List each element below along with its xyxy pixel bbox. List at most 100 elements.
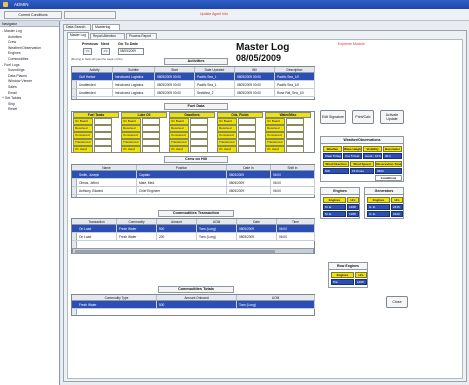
toolbar-blank-button[interactable] (64, 11, 116, 19)
table-cell[interactable]: 0805/2009 00:00 (235, 73, 275, 81)
table-cell[interactable]: 06:00 (271, 171, 315, 179)
fuel-value-field[interactable] (238, 139, 256, 146)
fuel-value-field[interactable] (142, 118, 160, 125)
engine-1-name[interactable]: M. E. (323, 204, 346, 210)
table-cell[interactable]: Pacific Sea_1 (195, 81, 235, 89)
fuel-value-field[interactable] (286, 118, 304, 125)
generator-2-hrs[interactable]: 2420 (391, 211, 403, 217)
fuel-value-field[interactable] (286, 125, 304, 132)
table-cell[interactable]: Mate, Med. (137, 179, 227, 187)
fuel-value-field[interactable] (238, 118, 256, 125)
next-button[interactable]: >> (101, 48, 110, 55)
fuel-value-field[interactable] (238, 132, 256, 139)
fuel-value-field[interactable] (190, 125, 208, 132)
engine-2-hrs[interactable]: 1288 (347, 211, 359, 217)
row-engine-1-name[interactable]: P.E. (331, 279, 354, 285)
observation-time-value[interactable]: 0800 (375, 168, 402, 174)
fuel-value-field[interactable] (190, 132, 208, 139)
engine-1-hrs[interactable]: 1268 (347, 204, 359, 210)
crew-grid[interactable]: Name Position Date In Shift In Smith, Joseph… (71, 164, 315, 198)
print-button[interactable]: Print/Calc (352, 110, 374, 124)
table-row[interactable]: Anthony, Edward Chief Engineer 0805/2009 06… (72, 187, 315, 195)
table-cell[interactable]: Fresh Water (117, 233, 157, 241)
table-cell[interactable]: Fresh Water (117, 225, 157, 233)
fuel-value-field[interactable] (190, 139, 208, 146)
fuel-value-field[interactable] (94, 146, 112, 153)
fuel-value-field[interactable] (286, 146, 304, 153)
table-cell[interactable]: 06:00 (277, 225, 315, 233)
generator-2-name[interactable]: G. E. (367, 211, 390, 217)
table-cell[interactable]: Chief Engineer (137, 187, 227, 195)
engine-2-name[interactable]: M. E. (323, 211, 346, 217)
table-row[interactable]: Unattended Introduced Logistics 0805/2009 … (72, 81, 315, 89)
table-row[interactable]: Fresh Water 500 Tons (Long) (72, 301, 315, 309)
table-cell[interactable]: Introduced Logistics (113, 89, 155, 97)
table-cell[interactable]: Olmos, Jethro (77, 179, 137, 187)
table-cell[interactable]: 0805/2009 (237, 233, 277, 241)
wave-height-value[interactable]: 3 to 5 Feet (343, 153, 362, 159)
table-cell[interactable]: Smith, Joseph (77, 171, 137, 179)
table-cell[interactable]: 0805/2009 00:00 (155, 73, 195, 81)
table-cell[interactable]: Tons (Long) (197, 233, 237, 241)
fuel-value-field[interactable] (94, 139, 112, 146)
update-agent-alert[interactable]: Update Agent Info (200, 12, 228, 16)
table-cell[interactable]: Rose Rat_Sea_1/0 (275, 89, 315, 97)
previous-button[interactable]: << (83, 48, 92, 55)
fuel-value-field[interactable] (286, 132, 304, 139)
table-cell[interactable]: Tons (Long) (197, 225, 237, 233)
fuel-value-field[interactable] (238, 125, 256, 132)
table-cell[interactable]: Anthony, Edward (77, 187, 137, 195)
table-cell[interactable]: Unattended (77, 81, 113, 89)
goto-date-input[interactable]: 08/05/2009 (118, 48, 144, 55)
table-cell[interactable]: 500 (157, 301, 237, 309)
table-cell[interactable]: Gulf Harbor (77, 73, 113, 81)
table-cell[interactable]: Unattended (77, 89, 113, 97)
table-cell[interactable]: Introduced Logistics (113, 81, 155, 89)
activate-update-button[interactable]: Activate Update (380, 110, 404, 124)
barometer-value[interactable]: 30.1 (383, 153, 402, 159)
table-cell[interactable]: 0805/2009 00:00 (235, 81, 275, 89)
table-cell[interactable]: 200 (157, 233, 197, 241)
table-cell[interactable]: 0805/2009 (227, 171, 271, 179)
commodities-scroll-thumb[interactable] (75, 250, 275, 253)
table-cell[interactable]: 06:00 (277, 233, 315, 241)
table-row[interactable]: Smith, Joseph Captain 0805/2009 06:00 (72, 171, 315, 179)
wind-speed-value[interactable]: 15 Knots (350, 168, 374, 174)
row-engine-1-hrs[interactable]: 1268 (355, 279, 367, 285)
nav-item[interactable]: Reset (0, 107, 59, 113)
table-cell[interactable]: Captain (137, 171, 227, 179)
fuel-value-field[interactable] (142, 139, 160, 146)
table-cell[interactable]: Introduced Logistics (113, 73, 155, 81)
table-cell[interactable]: 06:00 (271, 179, 315, 187)
visibility-value[interactable]: Good - 10 Mi (363, 153, 382, 159)
fuel-value-field[interactable] (286, 139, 304, 146)
table-row[interactable]: Unattended Introduced Logistics 0805/2009 … (72, 89, 315, 97)
table-cell[interactable]: 0805/2009 00:00 (155, 81, 195, 89)
edit-signature-button[interactable]: Edit Signature (320, 110, 346, 124)
fuel-value-field[interactable] (142, 146, 160, 153)
expense-module-link[interactable]: Expense Module (338, 42, 365, 46)
table-cell[interactable]: Fresh Water (77, 301, 157, 309)
table-cell[interactable]: 500 (157, 225, 197, 233)
table-cell[interactable]: 0805/2009 00:00 (155, 89, 195, 97)
table-cell[interactable]: Pacific Sea_1 (195, 73, 235, 81)
table-cell[interactable]: Tons (Long) (237, 301, 315, 309)
table-cell[interactable]: On Load (77, 225, 117, 233)
fuel-value-field[interactable] (190, 118, 208, 125)
table-cell[interactable]: 0805/2009 (227, 179, 271, 187)
table-cell[interactable]: 0805/2009 (227, 187, 271, 195)
table-cell[interactable]: SeaWest_2 (195, 89, 235, 97)
fuel-value-field[interactable] (238, 146, 256, 153)
table-row[interactable]: On Load Fresh Water 500 Tons (Long) 0805/200… (72, 225, 315, 233)
totals-grid[interactable]: Commodity Type Amount Onboard UOM Fresh Wat… (71, 294, 315, 316)
weather-value[interactable]: Clear 5 Deg (323, 153, 342, 159)
table-cell[interactable]: 06:00 (271, 187, 315, 195)
table-cell[interactable]: Pacific Sea_1/0 (275, 81, 315, 89)
commodities-scrollbar[interactable] (72, 248, 314, 254)
fuel-value-field[interactable] (142, 132, 160, 139)
fuel-value-field[interactable] (94, 132, 112, 139)
close-button[interactable]: Close (386, 296, 408, 308)
current-conditions-button[interactable]: Current Conditions (4, 11, 62, 19)
tab-master-log[interactable]: Master Log (67, 32, 89, 39)
table-cell[interactable]: On Load (77, 233, 117, 241)
